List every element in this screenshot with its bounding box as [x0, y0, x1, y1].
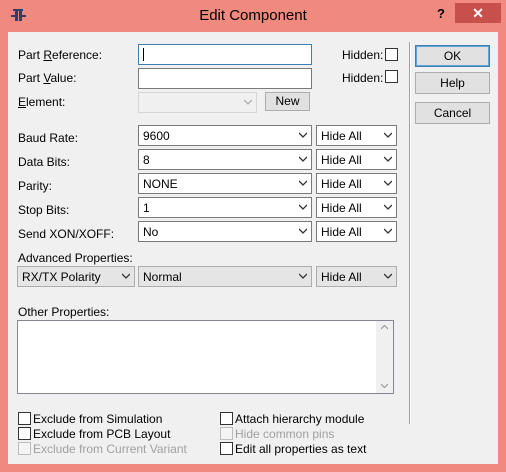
- text-caret: [143, 48, 144, 61]
- hide-common-pins-label: Hide common pins: [235, 427, 335, 441]
- chevron-down-icon: [384, 273, 392, 279]
- new-element-button[interactable]: New: [265, 92, 310, 111]
- chevron-down-icon: [384, 204, 392, 210]
- edit-as-text-label: Edit all properties as text: [235, 442, 367, 456]
- part-value-input[interactable]: [138, 68, 312, 89]
- stop-bits-dropdown[interactable]: 1: [138, 197, 312, 218]
- chevron-down-icon: [299, 132, 307, 138]
- chevron-down-icon: [384, 180, 392, 186]
- close-button[interactable]: ✕: [455, 3, 501, 23]
- advanced-property-dropdown[interactable]: RX/TX Polarity: [17, 266, 135, 287]
- scroll-up-icon[interactable]: [381, 325, 388, 330]
- chevron-down-icon: [299, 180, 307, 186]
- data-bits-visibility-dropdown[interactable]: Hide All: [316, 149, 397, 170]
- chevron-down-icon: [299, 204, 307, 210]
- stop-bits-label: Stop Bits:: [18, 203, 70, 217]
- chevron-down-icon: [244, 99, 252, 105]
- send-xon-xoff-dropdown[interactable]: No: [138, 221, 312, 242]
- exclude-pcb-label: Exclude from PCB Layout: [33, 427, 171, 441]
- textarea-scrollbar[interactable]: [376, 321, 393, 393]
- advanced-visibility-dropdown[interactable]: Hide All: [316, 266, 397, 287]
- advanced-properties-label: Advanced Properties:: [18, 251, 133, 265]
- baud-rate-visibility-dropdown[interactable]: Hide All: [316, 125, 397, 146]
- dialog-client: Part Reference: Hidden: Part Value: Hidd…: [8, 32, 498, 464]
- parity-visibility-dropdown[interactable]: Hide All: [316, 173, 397, 194]
- edit-as-text-checkbox[interactable]: [220, 442, 233, 455]
- stop-bits-visibility-dropdown[interactable]: Hide All: [316, 197, 397, 218]
- chevron-down-icon: [384, 132, 392, 138]
- part-reference-hidden-checkbox[interactable]: [385, 48, 398, 61]
- part-reference-label: Part Reference:: [18, 48, 103, 62]
- other-properties-label: Other Properties:: [18, 305, 110, 319]
- element-label: Element:: [18, 95, 66, 109]
- parity-dropdown[interactable]: NONE: [138, 173, 312, 194]
- baud-rate-dropdown[interactable]: 9600: [138, 125, 312, 146]
- exclude-variant-checkbox[interactable]: [18, 442, 31, 455]
- chevron-down-icon: [384, 156, 392, 162]
- part-reference-input[interactable]: [138, 44, 312, 65]
- help-question-icon[interactable]: ?: [431, 4, 451, 24]
- data-bits-label: Data Bits:: [18, 155, 71, 169]
- part-value-hidden-checkbox[interactable]: [385, 70, 398, 83]
- exclude-pcb-checkbox[interactable]: [18, 427, 31, 440]
- exclude-simulation-label: Exclude from Simulation: [33, 412, 163, 426]
- chevron-down-icon: [299, 228, 307, 234]
- attach-hierarchy-checkbox[interactable]: [220, 412, 233, 425]
- chevron-down-icon: [299, 156, 307, 162]
- attach-hierarchy-label: Attach hierarchy module: [235, 412, 365, 426]
- part-reference-hidden-label: Hidden:: [342, 48, 384, 62]
- ok-button[interactable]: OK: [415, 45, 490, 67]
- chevron-down-icon: [384, 228, 392, 234]
- exclude-simulation-checkbox[interactable]: [18, 412, 31, 425]
- vertical-separator: [409, 42, 410, 424]
- chevron-down-icon: [122, 273, 130, 279]
- other-properties-textarea[interactable]: [17, 320, 394, 394]
- send-xon-xoff-visibility-dropdown[interactable]: Hide All: [316, 221, 397, 242]
- part-value-label: Part Value:: [18, 71, 77, 85]
- data-bits-dropdown[interactable]: 8: [138, 149, 312, 170]
- edit-component-window: Edit Component ? ✕ Part Reference: Hidde…: [0, 0, 506, 472]
- scroll-down-icon[interactable]: [381, 383, 388, 388]
- parity-label: Parity:: [18, 179, 53, 193]
- send-xon-xoff-label: Send XON/XOFF:: [18, 227, 115, 241]
- help-button[interactable]: Help: [415, 72, 490, 94]
- baud-rate-label: Baud Rate:: [18, 131, 79, 145]
- element-dropdown[interactable]: [138, 92, 257, 113]
- exclude-variant-label: Exclude from Current Variant: [33, 442, 187, 456]
- chevron-down-icon: [299, 273, 307, 279]
- part-value-hidden-label: Hidden:: [342, 71, 384, 85]
- advanced-value-dropdown[interactable]: Normal: [138, 266, 312, 287]
- title-bar[interactable]: Edit Component ? ✕: [0, 0, 506, 32]
- hide-common-pins-checkbox[interactable]: [220, 427, 233, 440]
- cancel-button[interactable]: Cancel: [415, 102, 490, 124]
